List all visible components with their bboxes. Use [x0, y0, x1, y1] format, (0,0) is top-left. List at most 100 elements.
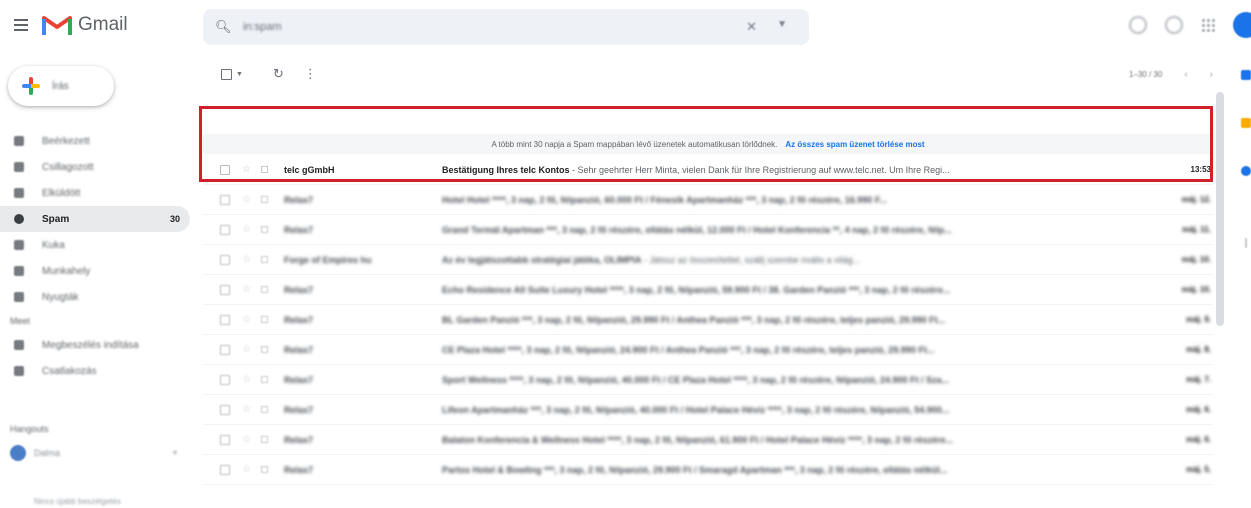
email-time: 13:53 [1190, 165, 1211, 174]
spam-banner: A több mint 30 napja a Spam mappában lév… [203, 134, 1213, 154]
row-checkbox[interactable] [220, 254, 230, 265]
select-all-checkbox[interactable] [221, 68, 232, 80]
star-icon[interactable]: ☆ [242, 465, 251, 475]
search-bar[interactable]: 🔍︎ ✕ ▼ [203, 9, 809, 45]
email-snippet: - Sehr geehrter Herr Minta, vielen Dank … [569, 164, 950, 175]
caret-down-icon[interactable]: ▼ [777, 19, 787, 30]
main-menu-icon[interactable] [14, 19, 28, 31]
star-icon[interactable]: ☆ [242, 285, 251, 295]
star-icon[interactable]: ☆ [242, 315, 251, 325]
important-icon[interactable] [261, 166, 268, 173]
scrollbar[interactable] [1216, 92, 1224, 326]
sidebar-item-spam[interactable]: Spam 30 [0, 206, 190, 232]
email-row[interactable]: ☆ Relax7 Balaton Konferencia & Wellness … [203, 425, 1213, 455]
row-checkbox[interactable] [220, 194, 230, 205]
important-icon[interactable] [261, 346, 268, 353]
chevron-left-icon[interactable]: ‹ [1184, 69, 1187, 80]
apps-grid-icon[interactable] [1201, 18, 1215, 32]
email-row[interactable]: ☆ Relax7 Echo Residence All Suite Luxury… [203, 275, 1213, 305]
email-row[interactable]: ☆ Relax7 BL Garden Panzió ***, 3 nap, 2 … [203, 305, 1213, 335]
search-icon[interactable]: 🔍︎ [215, 20, 232, 34]
sidebar-item-join-meeting[interactable]: Csatlakozás [0, 358, 190, 384]
compose-button[interactable]: Írás [8, 66, 114, 106]
row-checkbox[interactable] [220, 224, 230, 235]
important-icon[interactable] [261, 226, 268, 233]
row-checkbox[interactable] [220, 344, 230, 355]
email-row[interactable]: ☆ Forge of Empires hu Az év legjátszotta… [203, 245, 1213, 275]
chevron-right-icon[interactable]: › [1210, 69, 1213, 80]
row-checkbox[interactable] [220, 404, 230, 415]
row-checkbox[interactable] [220, 314, 230, 325]
email-row[interactable]: ☆ Relax7 Hotel Hotel ****, 3 nap, 2 fő, … [203, 185, 1213, 215]
email-row[interactable]: ☆ Relax7 Partos Hotel & Bowling ***, 3 n… [203, 455, 1213, 485]
email-time: máj. 10. [1181, 285, 1211, 294]
email-row[interactable]: ☆ Relax7 Lifeon Apartmanház ***, 3 nap, … [203, 395, 1213, 425]
more-vert-icon[interactable]: ⋮ [304, 66, 317, 82]
important-icon[interactable] [261, 316, 268, 323]
tasks-icon[interactable] [1241, 166, 1251, 176]
top-bar: Gmail 🔍︎ ✕ ▼ [0, 0, 1251, 58]
search-input[interactable] [243, 21, 723, 33]
refresh-icon[interactable]: ↻ [273, 66, 284, 82]
send-icon [14, 188, 24, 198]
star-icon[interactable]: ☆ [242, 225, 251, 235]
important-icon[interactable] [261, 436, 268, 443]
chevron-down-icon[interactable]: ▼ [236, 71, 243, 78]
row-checkbox[interactable] [220, 284, 230, 295]
star-icon[interactable]: ☆ [242, 375, 251, 385]
important-icon[interactable] [261, 196, 268, 203]
plus-icon[interactable]: + [172, 448, 178, 459]
sidebar-item-work[interactable]: Munkahely [0, 258, 190, 284]
sidebar-nav: Beérkezett Csillagozott Elküldött Spam 30… [0, 128, 190, 384]
gear-icon[interactable] [1165, 16, 1183, 34]
row-checkbox[interactable] [220, 374, 230, 385]
mail-toolbar: ▼ ↻ ⋮ 1–30 / 30 ‹ › [203, 62, 1213, 86]
sidebar-item-receipts[interactable]: Nyugták [0, 284, 190, 310]
email-row[interactable]: ☆ Relax7 Sport Wellness ****, 3 nap, 2 f… [203, 365, 1213, 395]
email-preview: Partos Hotel & Bowling ***, 3 nap, 2 fő,… [442, 465, 1163, 475]
close-icon[interactable]: ✕ [746, 19, 757, 35]
email-sender: Relax7 [284, 224, 314, 235]
email-time: máj. 5. [1186, 465, 1211, 474]
delete-all-spam-link[interactable]: Az összes spam üzenet törlése most [785, 140, 924, 149]
email-time: máj. 11. [1182, 225, 1211, 234]
email-row[interactable]: ☆ Relax7 CE Plaza Hotel ****, 3 nap, 2 f… [203, 335, 1213, 365]
star-icon[interactable]: ☆ [242, 255, 251, 265]
hangouts-header: Hangouts [10, 424, 49, 434]
important-icon[interactable] [261, 466, 268, 473]
email-subject: Az év legjátszottabb stratégiai játéka, … [442, 254, 642, 265]
star-icon[interactable]: ☆ [242, 165, 251, 175]
sidebar-item-inbox[interactable]: Beérkezett [0, 128, 190, 154]
important-icon[interactable] [261, 256, 268, 263]
row-checkbox[interactable] [220, 164, 230, 175]
keep-icon[interactable] [1241, 118, 1251, 128]
sidebar-item-new-meeting[interactable]: Megbeszélés indítása [0, 332, 190, 358]
row-checkbox[interactable] [220, 464, 230, 475]
important-icon[interactable] [261, 376, 268, 383]
star-icon[interactable]: ☆ [242, 435, 251, 445]
hangouts-user[interactable]: Dalma + [0, 440, 190, 466]
help-icon[interactable] [1129, 16, 1147, 34]
compose-label: Írás [52, 80, 69, 92]
gmail-logo[interactable]: Gmail [42, 14, 128, 36]
email-time: máj. 10. [1181, 255, 1211, 264]
star-icon[interactable]: ☆ [242, 195, 251, 205]
star-icon[interactable]: ☆ [242, 345, 251, 355]
email-row[interactable]: ☆ Relax7 Grand Termál Apartman ***, 3 na… [203, 215, 1213, 245]
important-icon[interactable] [261, 286, 268, 293]
row-checkbox[interactable] [220, 434, 230, 445]
star-icon[interactable]: ☆ [242, 405, 251, 415]
email-preview: Hotel Hotel ****, 3 nap, 2 fő, félpanzió… [442, 195, 1163, 205]
email-row[interactable]: ☆ telc gGmbH Bestätigung Ihres telc Kont… [203, 155, 1213, 185]
sidebar-item-starred[interactable]: Csillagozott [0, 154, 190, 180]
gmail-m-icon [42, 16, 72, 35]
important-icon[interactable] [261, 406, 268, 413]
sidebar-item-trash[interactable]: Kuka [0, 232, 190, 258]
account-avatar[interactable] [1233, 12, 1251, 38]
sidebar-item-sent[interactable]: Elküldött [0, 180, 190, 206]
keyboard-icon [14, 366, 24, 376]
email-sender: Forge of Empires hu [284, 254, 372, 265]
add-addon-icon[interactable] [1245, 238, 1247, 248]
email-list: ☆ telc gGmbH Bestätigung Ihres telc Kont… [203, 155, 1213, 485]
calendar-icon[interactable] [1241, 70, 1251, 80]
